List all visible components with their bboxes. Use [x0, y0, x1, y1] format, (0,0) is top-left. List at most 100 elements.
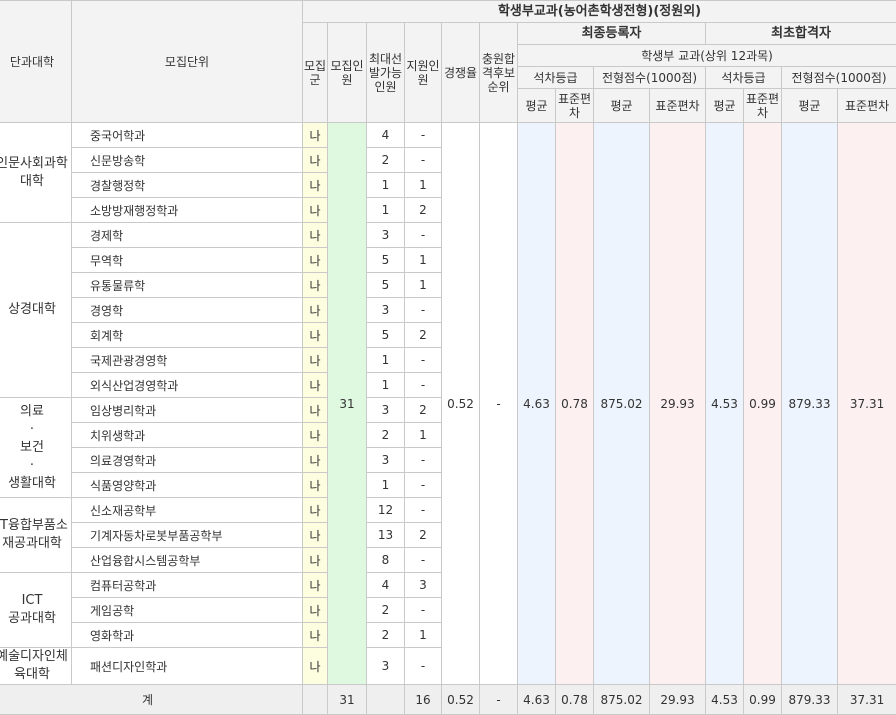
total-label: 계	[0, 684, 303, 715]
max-select-cell: 5	[366, 247, 405, 273]
total-first-score-sd: 37.31	[836, 684, 896, 715]
applicants-cell: -	[404, 297, 442, 323]
college-name: 인문사회과학대학	[0, 122, 72, 223]
max-select-cell: 4	[366, 122, 405, 148]
final-score-avg-cell: 875.02	[593, 122, 650, 685]
unit-name: 의료경영학과	[71, 447, 303, 473]
group-cell: 나	[302, 397, 328, 423]
table-row: 인문사회과학대학 중국어학과 나 31 4-0.52-4.63 0.78 875.02 29.…	[0, 122, 896, 685]
applicants-cell: -	[404, 447, 442, 473]
header-reserve-rank: 충원합격후보순위	[479, 22, 518, 123]
unit-name: 경찰행정학	[71, 172, 303, 198]
unit-name: 기계자동차로봇부품공학부	[71, 522, 303, 548]
applicants-cell: -	[404, 122, 442, 148]
header-max-select: 최대선발가능인원	[366, 22, 405, 123]
unit-name: 임상병리학과	[71, 397, 303, 423]
header-final-grade: 석차등급	[517, 66, 594, 89]
max-select-cell: 13	[366, 522, 405, 548]
header-final-score: 전형점수(1000점)	[593, 66, 706, 89]
total-group	[302, 684, 328, 715]
applicants-cell: -	[404, 547, 442, 573]
max-select-cell: 3	[366, 397, 405, 423]
unit-name: 게임공학	[71, 597, 303, 623]
total-first-grade-sd: 0.99	[743, 684, 782, 715]
group-cell: 나	[302, 597, 328, 623]
header-competition: 경쟁율	[441, 22, 480, 123]
applicants-cell: 2	[404, 197, 442, 223]
total-row: 계 31 16 0.52-4.63 0.78 875.02 29.93 4.53 0.99 879…	[0, 684, 896, 715]
applicants-cell: 3	[404, 572, 442, 598]
total-final-score-sd: 29.93	[649, 684, 706, 715]
total-first-grade-avg: 4.53	[705, 684, 744, 715]
max-select-cell: 2	[366, 422, 405, 448]
total-competition: 0.52	[441, 684, 480, 715]
max-select-cell: 2	[366, 622, 405, 648]
header-applicants: 지원인원	[404, 22, 442, 123]
college-name: 의료 · 보건 · 생활대학	[0, 397, 72, 498]
reserve-rank-cell: -	[479, 122, 518, 685]
unit-name: 패션디자인학과	[71, 647, 303, 685]
total-reserve-rank: -	[479, 684, 518, 715]
total-first-score-avg: 879.33	[781, 684, 838, 715]
group-cell: 나	[302, 497, 328, 523]
header-final-score-avg: 평균	[593, 88, 650, 123]
header-first-grade-sd: 표준편차	[743, 88, 782, 123]
total-final-grade-sd: 0.78	[555, 684, 594, 715]
header-subject-basis: 학생부 교과(상위 12과목)	[516, 44, 896, 67]
max-select-cell: 3	[366, 447, 405, 473]
applicants-cell: -	[404, 347, 442, 373]
max-select-cell: 1	[366, 347, 405, 373]
applicants-cell: 2	[404, 322, 442, 348]
applicants-cell: -	[404, 647, 442, 685]
max-select-cell: 1	[366, 372, 405, 398]
header-first-score: 전형점수(1000점)	[780, 66, 896, 89]
max-select-cell: 5	[366, 322, 405, 348]
applicants-cell: 1	[404, 247, 442, 273]
max-select-cell: 1	[366, 172, 405, 198]
group-cell: 나	[302, 172, 328, 198]
unit-name: 경제학	[71, 222, 303, 248]
max-select-cell: 2	[366, 597, 405, 623]
header-first-score-sd: 표준편차	[836, 88, 896, 123]
applicants-cell: 1	[404, 422, 442, 448]
college-name: IT융합부품소재공과대학	[0, 497, 72, 573]
applicants-cell: 2	[404, 397, 442, 423]
admission-results-table: 단과대학 모집단위 학생부교과(농어촌학생전형)(정원외) 모집군 모집인원 최…	[0, 0, 896, 715]
header-main-title: 학생부교과(농어촌학생전형)(정원외)	[301, 0, 896, 23]
total-final-score-avg: 875.02	[593, 684, 650, 715]
max-select-cell: 2	[366, 147, 405, 173]
total-recruit: 31	[327, 684, 367, 715]
unit-name: 신소재공학부	[71, 497, 303, 523]
total-max	[366, 684, 405, 715]
max-select-cell: 4	[366, 572, 405, 598]
header-final-grade-avg: 평균	[517, 88, 556, 123]
college-name: 예술디자인체육대학	[0, 647, 72, 685]
group-cell: 나	[302, 222, 328, 248]
applicants-cell: 2	[404, 522, 442, 548]
unit-name: 신문방송학	[71, 147, 303, 173]
applicants-cell: -	[404, 147, 442, 173]
group-cell: 나	[302, 322, 328, 348]
group-cell: 나	[302, 647, 328, 685]
max-select-cell: 3	[366, 222, 405, 248]
header-final-score-sd: 표준편차	[649, 88, 706, 123]
group-cell: 나	[302, 297, 328, 323]
group-cell: 나	[302, 247, 328, 273]
group-cell: 나	[302, 547, 328, 573]
max-select-cell: 3	[366, 647, 405, 685]
group-cell: 나	[302, 622, 328, 648]
unit-name: 국제관광경영학	[71, 347, 303, 373]
total-applied: 16	[404, 684, 442, 715]
final-grade-avg-cell: 4.63	[517, 122, 556, 685]
group-cell: 나	[302, 472, 328, 498]
max-select-cell: 5	[366, 272, 405, 298]
first-score-sd-cell: 37.31	[836, 122, 896, 685]
unit-name: 회계학	[71, 322, 303, 348]
group-cell: 나	[302, 122, 328, 148]
group-cell: 나	[302, 572, 328, 598]
table-header: 단과대학 모집단위 학생부교과(농어촌학생전형)(정원외) 모집군 모집인원 최…	[0, 0, 896, 123]
final-grade-sd-cell: 0.78	[555, 122, 594, 685]
competition-cell: 0.52	[441, 122, 480, 685]
header-final-registrants: 최종등록자	[517, 22, 706, 45]
final-score-sd-cell: 29.93	[649, 122, 706, 685]
